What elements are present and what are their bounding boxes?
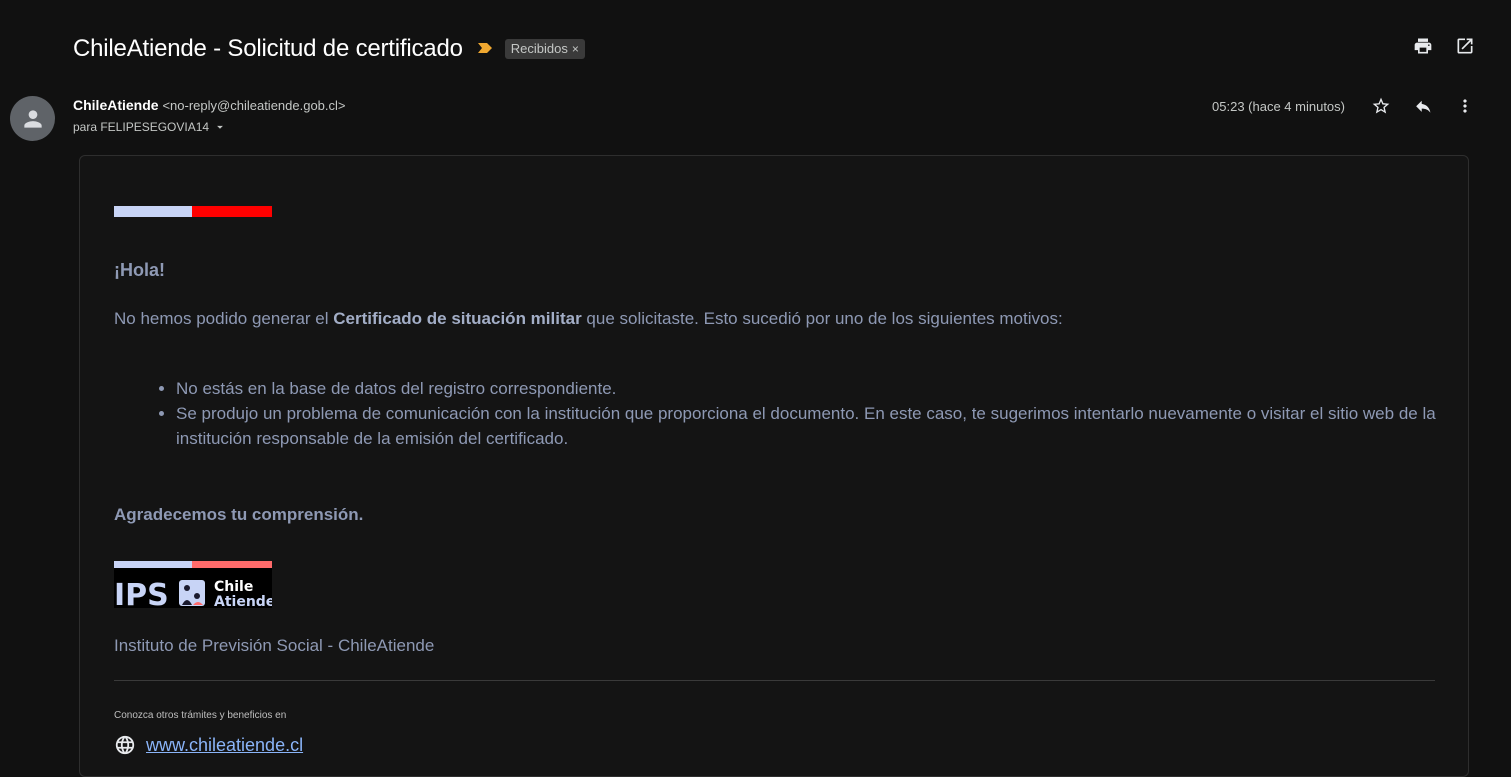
more-vert-icon[interactable] bbox=[1455, 96, 1475, 116]
institution-name: Instituto de Previsión Social - ChileAti… bbox=[114, 636, 435, 655]
site-row: www.chileatiende.cl bbox=[114, 734, 303, 756]
subject-row: ChileAtiende - Solicitud de certificado … bbox=[73, 32, 585, 66]
sender-email: <no-reply@chileatiende.gob.cl> bbox=[162, 98, 346, 113]
star-icon[interactable] bbox=[1371, 96, 1391, 116]
sender-line: ChileAtiende <no-reply@chileatiende.gob.… bbox=[73, 97, 346, 113]
remove-label-icon[interactable]: × bbox=[572, 42, 579, 56]
reasons-list: No estás en la base de datos del registr… bbox=[142, 376, 1468, 451]
top-actions bbox=[1413, 36, 1475, 56]
avatar-person-icon bbox=[23, 109, 42, 128]
message-meta: 05:23 (hace 4 minutos) bbox=[1212, 96, 1475, 116]
ips-chileatiende-logo: IPS Chile Atiende bbox=[114, 561, 272, 608]
email-body: ¡Hola! No hemos podido generar el Certif… bbox=[79, 155, 1469, 777]
received-time: 05:23 (hace 4 minutos) bbox=[1212, 98, 1345, 114]
avatar[interactable] bbox=[10, 96, 55, 141]
divider bbox=[114, 680, 1435, 681]
certificate-name: Certificado de situación militar bbox=[333, 309, 582, 328]
logo-ips-text: IPS bbox=[114, 578, 169, 608]
label-chip-text: Recibidos bbox=[510, 41, 568, 56]
recipient-text: para FELIPESEGOVIA14 bbox=[73, 120, 210, 134]
logo-chile-text: Chile bbox=[214, 579, 253, 595]
intro-text-end: que solicitaste. Esto sucedió por uno de… bbox=[581, 309, 1063, 328]
intro-paragraph: No hemos podido generar el Certificado d… bbox=[114, 309, 1063, 329]
intro-text-start: No hemos podido generar el bbox=[114, 309, 334, 328]
flag-bar-red bbox=[192, 206, 272, 217]
footer-note: Conozca otros trámites y beneficios en bbox=[114, 710, 287, 721]
greeting: ¡Hola! bbox=[114, 260, 165, 280]
flag-bar-blue bbox=[114, 206, 192, 217]
chileatiende-link[interactable]: www.chileatiende.cl bbox=[146, 735, 303, 756]
logo-atiende-text: Atiende bbox=[214, 594, 272, 608]
dropdown-arrow-icon[interactable] bbox=[213, 120, 227, 134]
label-chip-inbox[interactable]: Recibidos × bbox=[504, 39, 585, 59]
important-marker-icon[interactable] bbox=[477, 41, 493, 59]
recipient-line[interactable]: para FELIPESEGOVIA14 bbox=[73, 120, 227, 134]
globe-icon bbox=[115, 735, 135, 755]
sender-name[interactable]: ChileAtiende bbox=[73, 97, 159, 113]
flag-bar bbox=[114, 206, 272, 217]
reply-icon[interactable] bbox=[1413, 96, 1433, 116]
thanks-text: Agradecemos tu comprensión. bbox=[114, 505, 364, 524]
email-subject: ChileAtiende - Solicitud de certificado bbox=[73, 35, 463, 62]
list-item: Se produjo un problema de comunicación c… bbox=[176, 401, 1468, 451]
open-new-window-icon[interactable] bbox=[1455, 36, 1475, 56]
list-item: No estás en la base de datos del registr… bbox=[176, 376, 1468, 401]
print-icon[interactable] bbox=[1413, 36, 1433, 56]
